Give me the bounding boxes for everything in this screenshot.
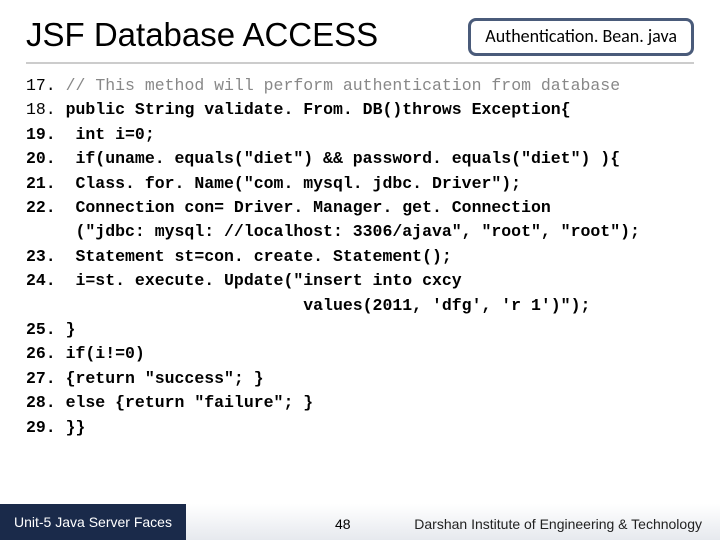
line-20: 20. if(uname. equals("diet") && password… (26, 149, 620, 168)
line-28: 28. else {return "failure"; } (26, 393, 313, 412)
line-23: 23. Statement st=con. create. Statement(… (26, 247, 452, 266)
slide-title: JSF Database ACCESS (26, 18, 378, 53)
line-24c: values(2011, 'dfg', 'r 1')" (26, 296, 571, 315)
line-24b: "insert into cxcy (293, 271, 461, 290)
line-29: 29. }} (26, 418, 85, 437)
line-17-comment: // This method will perform authenticati… (66, 76, 621, 95)
line-25: 25. } (26, 320, 76, 339)
line-21: 21. Class. for. Name("com. mysql. jdbc. … (26, 174, 521, 193)
line-24a: 24. i=st. execute. Update( (26, 271, 293, 290)
line-26: 26. if(i!=0) (26, 344, 145, 363)
slide: JSF Database ACCESS Authentication. Bean… (0, 0, 720, 540)
line-18-code: public String validate. From. DB()throws… (66, 100, 571, 119)
page-number: 48 (335, 516, 351, 532)
line-18-num: 18. (26, 100, 56, 119)
slide-header: JSF Database ACCESS Authentication. Bean… (26, 18, 694, 64)
footer-institute: Darshan Institute of Engineering & Techn… (414, 516, 702, 532)
filename-box: Authentication. Bean. java (468, 18, 694, 56)
line-19: 19. int i=0; (26, 125, 155, 144)
footer-unit: Unit-5 Java Server Faces (0, 504, 186, 540)
line-22a: 22. Connection con= Driver. Manager. get… (26, 198, 551, 217)
line-24d: ); (571, 296, 591, 315)
line-27: 27. {return "success"; } (26, 369, 264, 388)
code-block: 17. // This method will perform authenti… (26, 74, 694, 440)
line-17-num: 17. (26, 76, 56, 95)
line-22b: ("jdbc: mysql: //localhost: 3306/ajava",… (26, 222, 640, 241)
